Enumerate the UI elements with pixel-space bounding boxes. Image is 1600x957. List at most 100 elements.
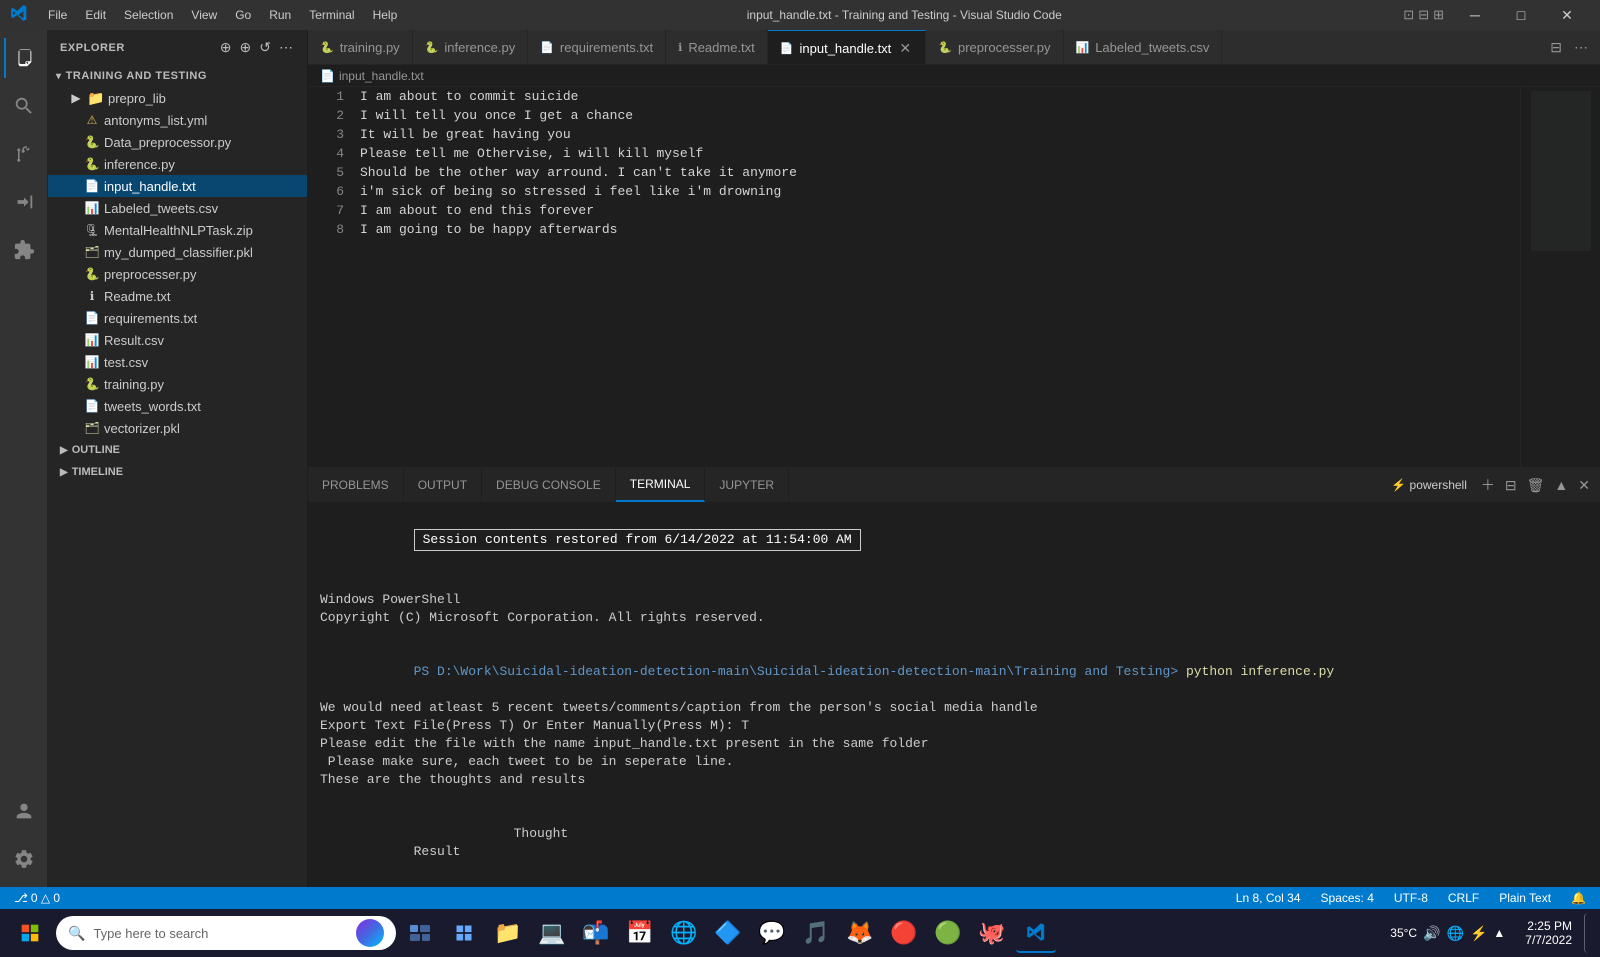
file-input-handle[interactable]: 📄 input_handle.txt — [48, 175, 307, 197]
menu-file[interactable]: File — [40, 6, 75, 24]
taskbar-search[interactable]: 🔍 Type here to search — [56, 916, 396, 950]
file-antonyms[interactable]: ⚠ antonyms_list.yml — [48, 109, 307, 131]
layout-split-icon[interactable]: ⊟ — [1418, 7, 1429, 23]
menu-help[interactable]: Help — [365, 6, 406, 24]
taskbar-pinned-icon-6[interactable]: 💬 — [752, 913, 792, 953]
status-eol[interactable]: CRLF — [1442, 887, 1485, 909]
panel-add-terminal[interactable]: ＋ — [1479, 473, 1497, 497]
panel-tab-output[interactable]: OUTPUT — [404, 468, 482, 502]
sidebar-refresh[interactable]: ↺ — [257, 37, 273, 58]
tab-inference-py[interactable]: 🐍 inference.py — [413, 30, 529, 65]
taskbar-pinned-icon-3[interactable]: 📅 — [620, 913, 660, 953]
file-result-csv[interactable]: 📊 Result.csv — [48, 329, 307, 351]
layout-grid-icon[interactable]: ⊞ — [1433, 7, 1444, 23]
taskbar-vscode-active[interactable] — [1016, 913, 1056, 953]
timeline-section[interactable]: ▶ Timeline — [48, 461, 307, 483]
clock[interactable]: 2:25 PM 7/7/2022 — [1517, 919, 1580, 947]
status-encoding[interactable]: UTF-8 — [1388, 887, 1434, 909]
file-requirements[interactable]: 📄 requirements.txt — [48, 307, 307, 329]
taskbar-widgets[interactable] — [444, 913, 484, 953]
file-inference[interactable]: 🐍 inference.py — [48, 153, 307, 175]
menu-selection[interactable]: Selection — [116, 6, 181, 24]
activity-source-control[interactable] — [4, 134, 44, 174]
file-training[interactable]: 🐍 training.py — [48, 373, 307, 395]
editor[interactable]: 1 2 3 4 5 6 7 8 I am about to commit sui… — [308, 87, 1600, 467]
start-button[interactable] — [8, 911, 52, 955]
panel-close[interactable]: ✕ — [1576, 475, 1592, 496]
taskbar-file-explorer[interactable]: 📁 — [488, 913, 528, 953]
menu-terminal[interactable]: Terminal — [301, 6, 362, 24]
status-branch[interactable]: ⎇ 0 △ 0 — [8, 887, 66, 909]
menu-edit[interactable]: Edit — [77, 6, 114, 24]
tab-close-input-handle[interactable]: ✕ — [897, 40, 913, 56]
file-labeled-tweets[interactable]: 📊 Labeled_tweets.csv — [48, 197, 307, 219]
tray-up-arrow[interactable]: ▲ — [1493, 926, 1505, 940]
taskbar-pinned-icon-8[interactable]: 🦊 — [840, 913, 880, 953]
file-vectorizer[interactable]: 🗂 vectorizer.pkl — [48, 417, 307, 439]
sidebar-new-file[interactable]: ⊕ — [218, 37, 234, 58]
tab-labeled-tweets-csv[interactable]: 📊 Labeled_tweets.csv — [1064, 30, 1223, 65]
taskbar-pinned-icon-9[interactable]: 🔴 — [884, 913, 924, 953]
show-desktop-button[interactable] — [1584, 913, 1592, 953]
tab-input-handle-txt[interactable]: 📄 input_handle.txt ✕ — [768, 30, 927, 65]
activity-account[interactable] — [4, 791, 44, 831]
panel-tab-debug-console[interactable]: DEBUG CONSOLE — [482, 468, 616, 502]
file-preprocesser[interactable]: 🐍 preprocesser.py — [48, 263, 307, 285]
tab-preprocesser-py[interactable]: 🐍 preprocesser.py — [926, 30, 1063, 65]
taskbar-pinned-icon-5[interactable]: 🔷 — [708, 913, 748, 953]
activity-settings[interactable] — [4, 839, 44, 879]
tab-training-py[interactable]: 🐍 training.py — [308, 30, 413, 65]
project-section-header[interactable]: ▾ Training and Testing — [48, 65, 307, 87]
menu-view[interactable]: View — [183, 6, 225, 24]
activity-run[interactable] — [4, 182, 44, 222]
status-position[interactable]: Ln 8, Col 34 — [1230, 887, 1307, 909]
taskbar-pinned-icon-10[interactable]: 🐙 — [972, 913, 1012, 953]
taskbar-pinned-icon-1[interactable]: 💻 — [532, 913, 572, 953]
panel-kill-terminal[interactable]: 🗑 — [1525, 475, 1547, 496]
sidebar-collapse[interactable]: ⋯ — [277, 37, 295, 58]
file-tweets-words[interactable]: 📄 tweets_words.txt — [48, 395, 307, 417]
panel-tab-terminal[interactable]: TERMINAL — [616, 468, 706, 502]
file-my-dumped[interactable]: 🗂 my_dumped_classifier.pkl — [48, 241, 307, 263]
status-spaces[interactable]: Spaces: 4 — [1315, 887, 1380, 909]
taskbar-pinned-icon-2[interactable]: 📬 — [576, 913, 616, 953]
tray-icon-2[interactable]: 🌐 — [1447, 925, 1464, 942]
outline-section[interactable]: ▶ Outline — [48, 439, 307, 461]
folder-prepro-lib[interactable]: ▶ 📁 prepro_lib — [48, 87, 307, 109]
file-readme[interactable]: ℹ Readme.txt — [48, 285, 307, 307]
terminal-body[interactable]: Session contents restored from 6/14/2022… — [308, 503, 1600, 887]
status-notifications[interactable]: 🔔 — [1565, 887, 1592, 909]
panel-maximize[interactable]: ▲ — [1552, 475, 1570, 495]
activity-search[interactable] — [4, 86, 44, 126]
window-title: input_handle.txt - Training and Testing … — [405, 8, 1403, 22]
maximize-button[interactable]: □ — [1498, 0, 1544, 30]
panel-split-terminal[interactable]: ⊟ — [1503, 475, 1519, 496]
close-button[interactable]: ✕ — [1544, 0, 1590, 30]
file-test-csv[interactable]: 📊 test.csv — [48, 351, 307, 373]
search-bar-placeholder: Type here to search — [93, 926, 348, 941]
panel-tab-jupyter[interactable]: JUPYTER — [705, 468, 789, 502]
activity-extensions[interactable] — [4, 230, 44, 270]
taskbar-pinned-icon-4[interactable]: 🌐 — [664, 913, 704, 953]
tray-icon-3[interactable]: ⚡ — [1470, 925, 1487, 942]
sidebar-new-folder[interactable]: ⊕ — [238, 37, 254, 58]
activity-explorer[interactable] — [4, 38, 44, 78]
status-language[interactable]: Plain Text — [1493, 887, 1557, 909]
taskbar-pinned-icon-7[interactable]: 🎵 — [796, 913, 836, 953]
more-tabs-btn[interactable]: ⋯ — [1570, 37, 1592, 58]
layout-icon[interactable]: ⊡ — [1403, 7, 1414, 23]
tab-requirements-txt[interactable]: 📄 requirements.txt — [528, 30, 666, 65]
tray-icon-1[interactable]: 🔊 — [1423, 925, 1440, 942]
code-area[interactable]: I am about to commit suicide I will tell… — [352, 87, 1520, 467]
title-bar-left: File Edit Selection View Go Run Terminal… — [10, 4, 405, 27]
file-mental-health[interactable]: 🗜 MentalHealthNLPTask.zip — [48, 219, 307, 241]
menu-run[interactable]: Run — [261, 6, 299, 24]
menu-go[interactable]: Go — [227, 6, 259, 24]
taskbar-task-view[interactable] — [400, 913, 440, 953]
file-data-preprocessor[interactable]: 🐍 Data_preprocessor.py — [48, 131, 307, 153]
panel-tab-problems[interactable]: PROBLEMS — [308, 468, 404, 502]
tab-readme-txt[interactable]: ℹ Readme.txt — [666, 30, 768, 65]
minimize-button[interactable]: ─ — [1452, 0, 1498, 30]
split-editor-btn[interactable]: ⊟ — [1546, 37, 1566, 58]
taskbar-chrome[interactable]: 🟢 — [928, 913, 968, 953]
